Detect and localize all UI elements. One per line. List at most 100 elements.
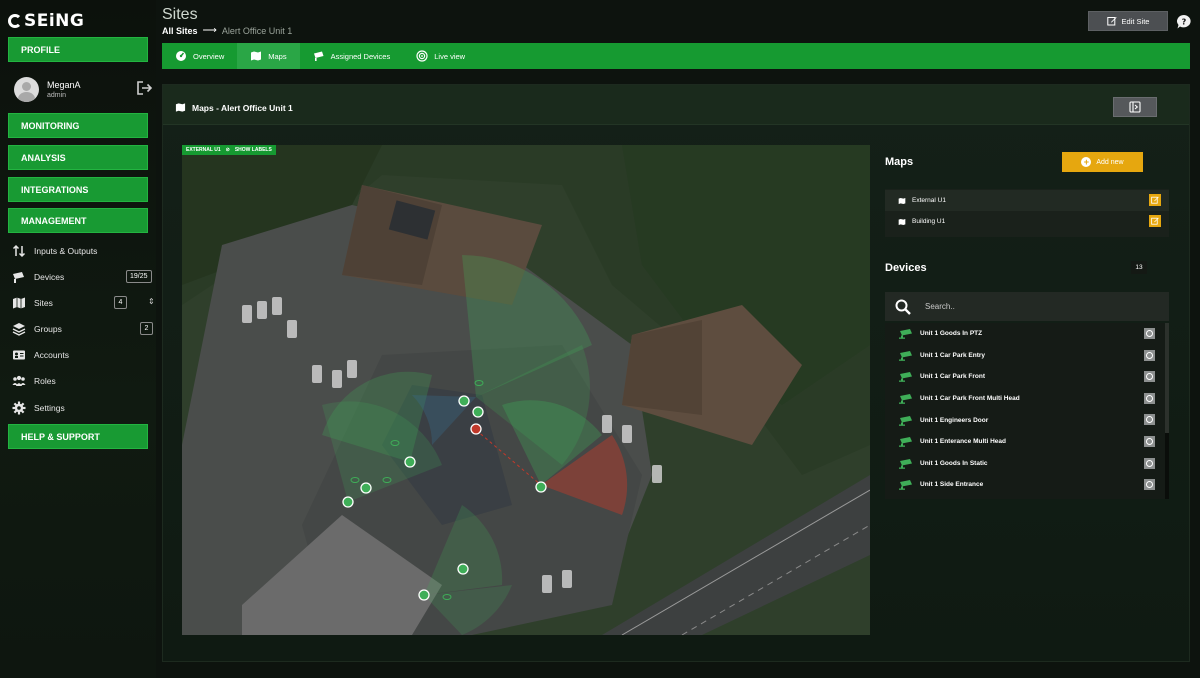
brand-logo[interactable]: SEiNG bbox=[8, 10, 84, 32]
add-map-button[interactable]: + Add new bbox=[1062, 152, 1143, 172]
logout-icon[interactable] bbox=[136, 80, 154, 96]
table-row[interactable]: Unit 1 Engineers Door bbox=[885, 409, 1163, 431]
chat-help-icon[interactable]: ? bbox=[1176, 14, 1192, 30]
sidebar-item-accounts[interactable]: Accounts bbox=[12, 346, 152, 364]
camera-icon bbox=[899, 394, 912, 404]
device-marker[interactable] bbox=[458, 395, 470, 407]
tab-maps[interactable]: Maps bbox=[237, 43, 300, 69]
sidebar-item-label: Roles bbox=[34, 376, 56, 386]
nav-profile[interactable]: PROFILE bbox=[8, 37, 148, 62]
nav-analysis[interactable]: ANALYSIS bbox=[8, 145, 148, 170]
device-marker[interactable] bbox=[472, 406, 484, 418]
edit-map-button[interactable] bbox=[1149, 194, 1161, 206]
sidebar-item-label: Devices bbox=[34, 272, 65, 282]
sidebar-item-label: Groups bbox=[34, 324, 62, 334]
users-icon bbox=[12, 375, 26, 386]
device-marker[interactable] bbox=[404, 456, 416, 468]
sort-icon[interactable]: ⇕ bbox=[148, 297, 155, 306]
device-marker[interactable] bbox=[418, 589, 430, 601]
device-search bbox=[885, 292, 1169, 321]
dashboard-icon bbox=[176, 51, 186, 61]
tab-bar: Overview Maps Assigned Devices Live view bbox=[162, 43, 1190, 69]
device-settings-button[interactable] bbox=[1144, 457, 1155, 469]
device-settings-button[interactable] bbox=[1144, 328, 1155, 339]
edit-map-button[interactable] bbox=[1149, 215, 1161, 227]
device-marker[interactable] bbox=[360, 482, 372, 494]
device-settings-button[interactable] bbox=[1144, 436, 1155, 447]
device-marker[interactable] bbox=[342, 496, 354, 508]
brand-name: SEiNG bbox=[24, 11, 85, 31]
search-input[interactable] bbox=[925, 302, 1145, 311]
edit-site-label: Edit Site bbox=[1121, 16, 1150, 26]
collapse-panel-button[interactable] bbox=[1113, 97, 1157, 117]
list-item[interactable]: Building U1 bbox=[885, 211, 1169, 232]
sidebar-item-devices[interactable]: Devices 19/25 bbox=[12, 268, 152, 286]
panel-title: Maps - Alert Office Unit 1 bbox=[175, 102, 293, 113]
edit-site-button[interactable]: Edit Site bbox=[1088, 11, 1168, 31]
tab-label: Maps bbox=[268, 51, 287, 61]
table-row[interactable]: Unit 1 Car Park Front bbox=[885, 366, 1163, 388]
eye-icon bbox=[350, 477, 360, 483]
add-map-label: Add new bbox=[1096, 158, 1124, 166]
tab-live-view[interactable]: Live view bbox=[403, 43, 478, 69]
sidebar-item-label: Settings bbox=[34, 403, 65, 413]
avatar[interactable] bbox=[14, 76, 39, 102]
layers-icon bbox=[12, 323, 26, 336]
breadcrumb: All Sites ⟶ Alert Office Unit 1 bbox=[162, 25, 292, 36]
sidebar-item-label: Inputs & Outputs bbox=[34, 246, 98, 256]
table-row[interactable]: Unit 1 Side Entrance bbox=[885, 474, 1163, 496]
devices-section-title: Devices bbox=[885, 262, 927, 274]
tab-overview[interactable]: Overview bbox=[162, 43, 237, 69]
satellite-map[interactable]: EXTERNAL U1 ⊘ SHOW LABELS bbox=[182, 145, 870, 635]
page-title: Sites bbox=[162, 6, 198, 23]
user-role: admin bbox=[47, 91, 67, 99]
map-icon bbox=[898, 197, 906, 204]
sidebar-item-inputs-outputs[interactable]: Inputs & Outputs bbox=[12, 242, 152, 260]
sidebar-item-sites[interactable]: Sites 4 ⇕ bbox=[12, 294, 155, 312]
camera-icon bbox=[899, 372, 912, 383]
camera-icon bbox=[899, 415, 912, 426]
table-row[interactable]: Unit 1 Car Park Front Multi Head bbox=[885, 388, 1163, 410]
tab-assigned-devices[interactable]: Assigned Devices bbox=[300, 43, 404, 69]
device-settings-button[interactable] bbox=[1144, 392, 1155, 404]
sidebar-item-settings[interactable]: Settings bbox=[12, 399, 152, 417]
device-marker-alert[interactable] bbox=[470, 423, 482, 435]
gear-icon bbox=[12, 401, 26, 415]
camera-icon bbox=[899, 480, 912, 491]
search-icon bbox=[895, 299, 911, 315]
nav-integrations[interactable]: INTEGRATIONS bbox=[8, 177, 148, 202]
id-card-icon bbox=[13, 350, 25, 360]
device-markers bbox=[342, 380, 547, 601]
device-marker[interactable] bbox=[457, 563, 469, 575]
table-row[interactable]: Unit 1 Car Park Entry bbox=[885, 345, 1163, 367]
device-settings-button[interactable] bbox=[1144, 349, 1155, 361]
scrollbar-thumb[interactable] bbox=[1165, 433, 1169, 499]
scrollbar-track[interactable] bbox=[1165, 323, 1169, 433]
sidebar-item-groups[interactable]: Groups 2 bbox=[12, 320, 153, 338]
table-row[interactable]: Unit 1 Goods In PTZ bbox=[885, 323, 1163, 345]
camera-icon bbox=[899, 350, 912, 361]
table-row[interactable]: Unit 1 Enterance Multi Head bbox=[885, 431, 1163, 453]
breadcrumb-root[interactable]: All Sites bbox=[162, 26, 198, 36]
device-settings-button[interactable] bbox=[1144, 371, 1155, 383]
device-name: Unit 1 Car Park Front Multi Head bbox=[920, 395, 1020, 403]
arrow-right-icon: ⟶ bbox=[202, 25, 217, 36]
device-marker[interactable] bbox=[535, 481, 547, 493]
map-icon bbox=[175, 103, 186, 112]
nav-management[interactable]: MANAGEMENT bbox=[8, 208, 148, 233]
plus-icon: + bbox=[1081, 157, 1092, 167]
device-settings-button[interactable] bbox=[1144, 479, 1155, 491]
devices-list: Unit 1 Goods In PTZ Unit 1 Car Park Entry… bbox=[885, 323, 1169, 499]
device-name: Unit 1 Car Park Entry bbox=[920, 351, 986, 359]
live-icon bbox=[416, 50, 428, 62]
camera-icon bbox=[313, 51, 324, 61]
maps-section-title: Maps bbox=[885, 156, 914, 168]
nav-monitoring[interactable]: MONITORING bbox=[8, 113, 148, 138]
nav-help-support[interactable]: HELP & SUPPORT bbox=[8, 424, 148, 449]
groups-count-badge: 2 bbox=[140, 322, 153, 335]
table-row[interactable]: Unit 1 Goods In Static bbox=[885, 453, 1163, 475]
sidebar-item-roles[interactable]: Roles bbox=[12, 372, 152, 390]
camera-icon bbox=[899, 458, 912, 469]
list-item[interactable]: External U1 bbox=[885, 190, 1169, 211]
device-settings-button[interactable] bbox=[1144, 414, 1155, 426]
